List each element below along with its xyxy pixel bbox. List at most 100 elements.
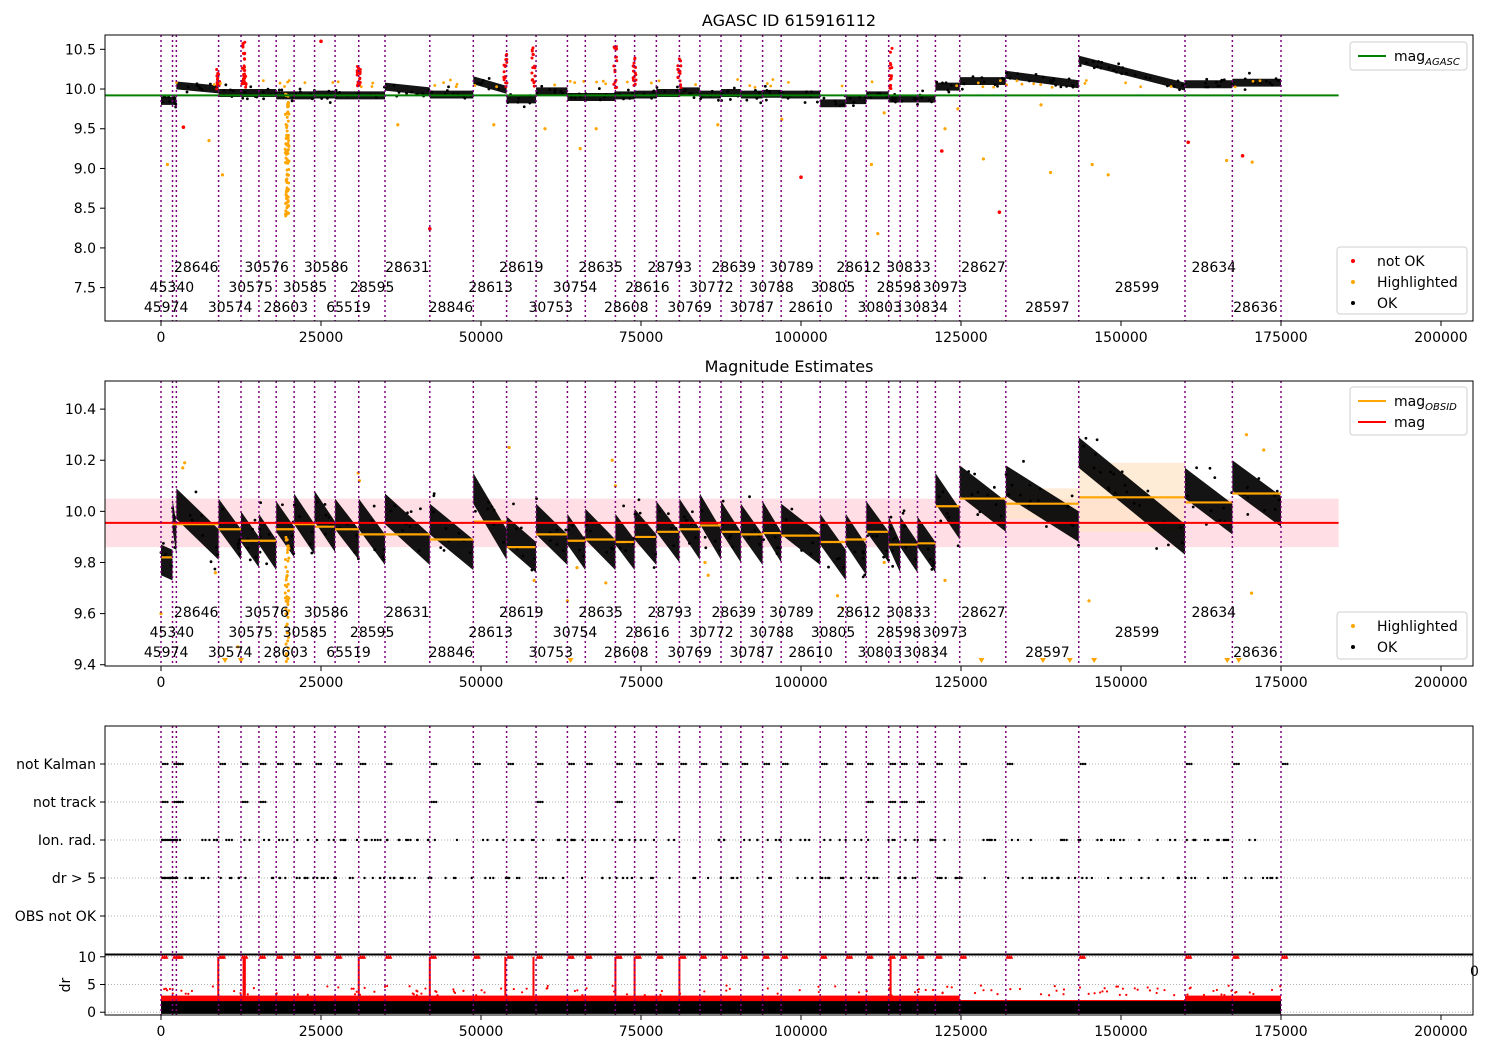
flag-point	[756, 876, 759, 880]
agasc-ok-points	[820, 99, 846, 108]
agasc-obsid-label: 30753	[528, 300, 573, 316]
flag-point	[363, 838, 367, 842]
dr-not-ok-point	[1078, 986, 1082, 989]
estimates-ok-point	[683, 515, 686, 519]
agasc-ok-point	[1027, 79, 1031, 83]
estimates-obsid-label: 28636	[1233, 645, 1278, 661]
agasc-ok-point	[980, 76, 984, 80]
agasc-obsid-label: 30574	[208, 300, 253, 316]
flag-point	[621, 876, 625, 880]
estimates-ok-point	[861, 556, 865, 560]
agasc-ok-point	[245, 97, 249, 101]
flag-point	[1275, 876, 1278, 880]
flag-point	[267, 838, 271, 842]
status-legend-swatch	[1351, 280, 1355, 284]
flag-point	[243, 800, 247, 804]
highlighted-point	[1087, 599, 1091, 603]
agasc-ok-point	[327, 89, 331, 93]
flag-point	[570, 762, 573, 766]
flag-point	[838, 838, 841, 842]
flag-point	[511, 762, 515, 766]
flag-point	[408, 876, 411, 880]
flag-point	[1081, 762, 1085, 766]
flag-point	[608, 876, 611, 880]
flag-point	[692, 876, 695, 880]
flag-point	[943, 838, 946, 842]
dr-not-ok-point	[546, 984, 549, 988]
dr-not-ok-point	[913, 991, 917, 994]
agasc-ok-point	[876, 91, 880, 95]
estimates-obsid-label: 28616	[625, 625, 670, 641]
agasc-ok-point	[553, 88, 557, 92]
highlighted-point	[956, 107, 960, 111]
agasc-ok-point	[947, 90, 951, 94]
agasc-obsid-label: 28599	[1115, 280, 1160, 296]
estimates-ok-point	[382, 558, 386, 561]
agasc-xtick-label: 50000	[459, 330, 504, 346]
dr-not-ok-point	[659, 993, 662, 996]
agasc-obsid-label: 28597	[1025, 300, 1070, 316]
flag-point	[261, 800, 265, 804]
agasc-ok-point	[497, 87, 501, 91]
dr-not-ok-point	[950, 986, 953, 989]
dr-not-ok-point	[233, 989, 236, 993]
dr-not-ok-point	[246, 993, 249, 996]
agasc-obsid-label: 30754	[553, 280, 598, 296]
highlighted-point	[1244, 433, 1249, 437]
flag-point	[385, 762, 389, 766]
agasc-ok-point	[1268, 81, 1272, 85]
estimates-obsid-label: 45974	[144, 645, 189, 661]
flag-point	[1129, 876, 1133, 880]
flag-point	[179, 800, 182, 804]
flag-point	[789, 838, 792, 842]
highlighted-point	[706, 573, 710, 577]
estimates-obsid-label: 65519	[326, 645, 371, 661]
flag-point	[1100, 838, 1103, 842]
flag-point	[264, 762, 267, 766]
estimates-xtick-label: 200000	[1414, 675, 1467, 691]
dr-not-ok-point	[353, 993, 357, 996]
flag-point	[1190, 762, 1193, 766]
dr-panel: 0 25000 50000 75000 100000 125000 150000 175000…	[58, 950, 1474, 1040]
highlighted-point	[1015, 79, 1019, 83]
agasc-ok-point	[848, 96, 852, 100]
flag-point	[581, 838, 584, 842]
estimates-obsid-label: 30754	[553, 625, 598, 641]
flag-point	[225, 838, 228, 842]
estimates-ok-point	[1132, 501, 1136, 505]
estimates-ok-point	[816, 559, 820, 563]
flag-point	[824, 876, 827, 880]
flag-point	[723, 762, 727, 766]
not-ok-point	[181, 125, 186, 129]
flag-point	[184, 876, 187, 880]
agasc-ok-point	[522, 105, 526, 109]
flag-point	[363, 876, 366, 880]
flag-point	[869, 762, 872, 766]
flag-point	[922, 800, 926, 804]
flag-point	[204, 838, 207, 842]
estimates-ok-point	[487, 501, 490, 504]
dr-not-ok-point	[1156, 987, 1159, 990]
highlighted-point	[283, 558, 287, 562]
estimates-ok-point	[215, 546, 218, 549]
highlighted-point	[553, 83, 557, 87]
flag-point	[1077, 838, 1080, 842]
estimates-ok-point	[298, 515, 302, 519]
flag-point	[860, 838, 863, 842]
flag-point	[355, 838, 359, 842]
estimates-ok-point	[947, 515, 951, 519]
estimates-ok-point	[891, 549, 895, 553]
dr-not-ok-point	[525, 987, 528, 990]
flag-point	[176, 876, 179, 880]
highlighted-point	[220, 173, 225, 177]
estimates-xtick-label: 150000	[1094, 675, 1147, 691]
agasc-ok-points	[1232, 78, 1281, 87]
highlighted-point	[287, 596, 291, 600]
dr-not-ok-point	[434, 989, 437, 993]
agasc-ok-point	[326, 96, 329, 100]
highlighted-point	[578, 147, 582, 151]
agasc-ok-point	[195, 84, 199, 87]
estimates-ok-point	[1018, 493, 1022, 497]
not-ok-point	[319, 39, 323, 44]
flag-point	[478, 762, 481, 766]
